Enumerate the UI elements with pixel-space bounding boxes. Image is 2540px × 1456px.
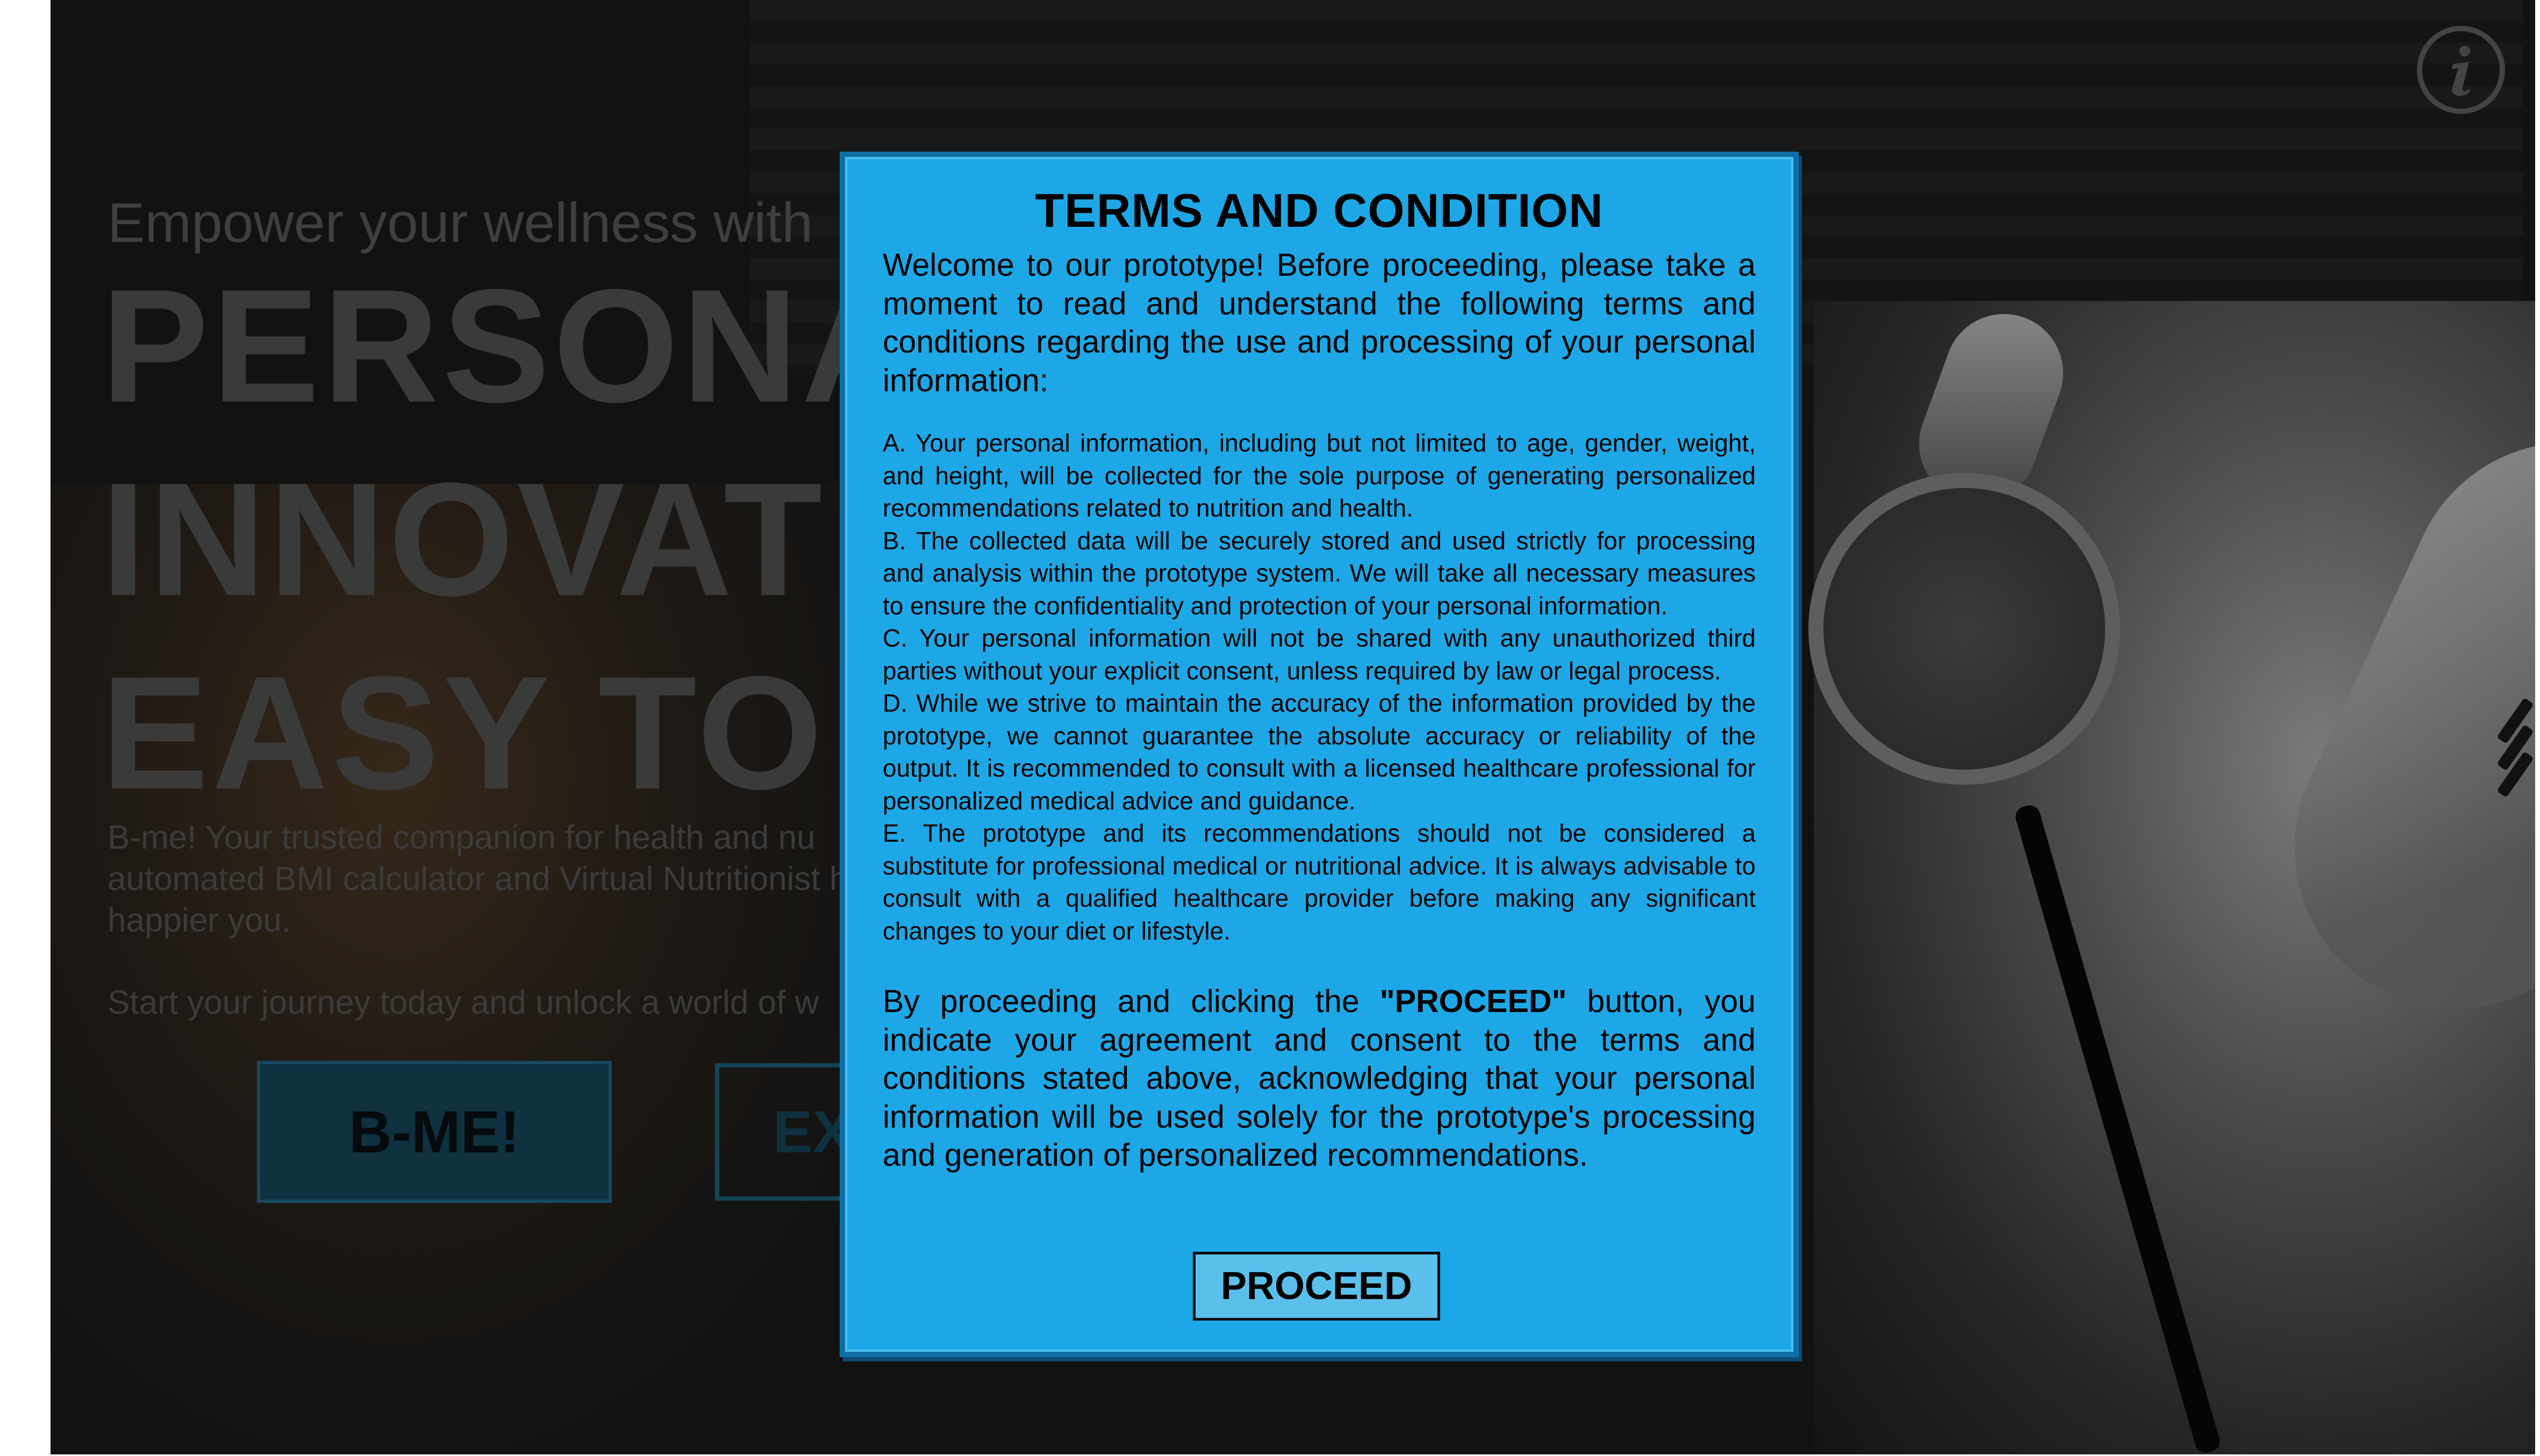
hero-description: B-me! Your trusted companion for health … <box>108 819 965 939</box>
terms-clause: C. Your personal information will not be… <box>883 624 1756 685</box>
terms-clause: E. The prototype and its recommendations… <box>883 819 1756 945</box>
modal-intro: Welcome to our prototype! Before proceed… <box>883 247 1756 398</box>
terms-clause: D. While we strive to maintain the accur… <box>883 689 1756 815</box>
hero-headline-line-3: EASY TO <box>101 642 826 823</box>
bme-button[interactable]: B-ME! <box>257 1061 612 1203</box>
terms-clauses: A. Your personal information, including … <box>883 427 1756 947</box>
terms-clause: A. Your personal information, including … <box>883 429 1756 522</box>
hero-journey-text: Start your journey today and unlock a wo… <box>108 984 819 1021</box>
info-icon <box>2452 46 2470 96</box>
modal-agreement: By proceeding and clicking the "PROCEED"… <box>883 982 1756 1175</box>
hero-headline-line-1: PERSONA <box>101 255 921 436</box>
screen: Empower your wellness with PERSONA INNOV… <box>0 0 2540 1456</box>
info-button[interactable] <box>2417 26 2505 114</box>
hero-headline-line-2: INNOVAT <box>101 449 826 629</box>
proceed-button[interactable]: PROCEED <box>1193 1252 1440 1321</box>
terms-clause: B. The collected data will be securely s… <box>883 526 1756 620</box>
stethoscope-image <box>1808 473 2120 785</box>
modal-title: TERMS AND CONDITION <box>1035 184 1604 237</box>
hero-subtitle: Empower your wellness with <box>108 192 813 254</box>
agreement-text-start: By proceeding and clicking the <box>883 984 1380 1019</box>
terms-modal: TERMS AND CONDITION Welcome to our proto… <box>840 152 1799 1357</box>
agreement-proceed-quote: "PROCEED" <box>1379 984 1567 1019</box>
